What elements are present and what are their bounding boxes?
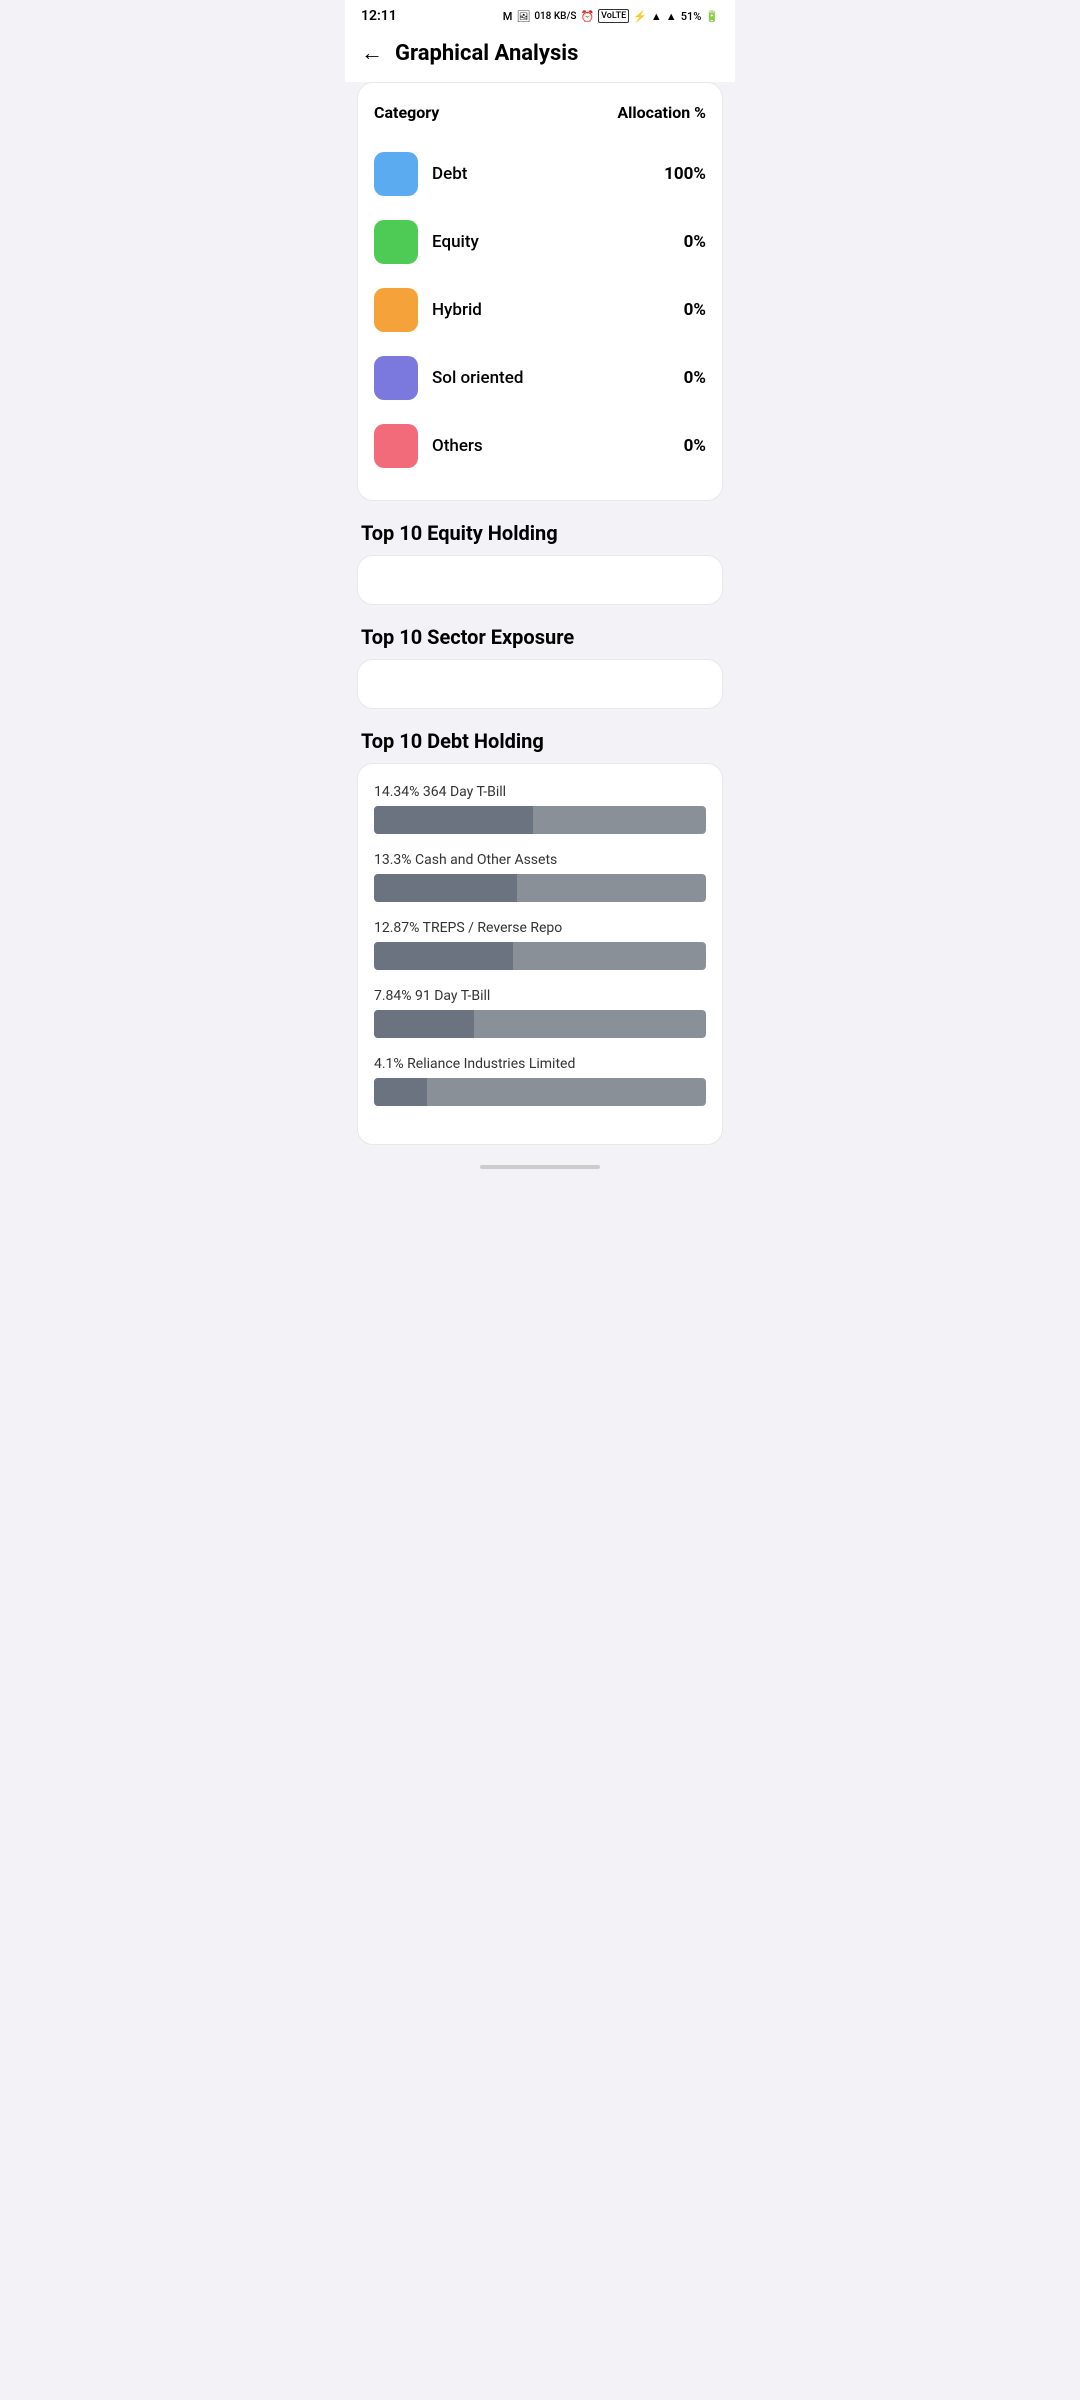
- sol-allocation: 0%: [684, 368, 706, 388]
- sector-exposure-card: [357, 659, 723, 709]
- image-icon: 🖼: [516, 10, 530, 23]
- network-speed: 018 KB/S: [534, 11, 576, 22]
- equity-section-title: Top 10 Equity Holding: [357, 521, 723, 545]
- hybrid-color-swatch: [374, 288, 418, 332]
- debt-item-1-fill: [374, 806, 533, 834]
- status-icons: M 🖼 018 KB/S ⏰ VoLTE ⚡ ▲ ▲ 51% 🔋: [503, 9, 719, 23]
- debt-item-3-bar: [374, 942, 706, 970]
- debt-item-4-fill: [374, 1010, 474, 1038]
- debt-item-5-label: 4.1% Reliance Industries Limited: [374, 1056, 706, 1072]
- debt-label: Debt: [432, 164, 467, 184]
- debt-allocation: 100%: [664, 164, 706, 184]
- back-button[interactable]: ←: [361, 40, 383, 66]
- sol-color-swatch: [374, 356, 418, 400]
- debt-item-1-label: 14.34% 364 Day T-Bill: [374, 784, 706, 800]
- main-content: Category Allocation % Debt 100% Equity 0…: [345, 82, 735, 1169]
- bluetooth-icon: ⚡: [633, 10, 647, 23]
- equity-allocation: 0%: [684, 232, 706, 252]
- others-label: Others: [432, 436, 483, 456]
- category-row-sol: Sol oriented 0%: [374, 344, 706, 412]
- alarm-icon: ⏰: [580, 10, 594, 23]
- debt-color-swatch: [374, 152, 418, 196]
- status-bar: 12:11 M 🖼 018 KB/S ⏰ VoLTE ⚡ ▲ ▲ 51% 🔋: [345, 0, 735, 28]
- debt-item-3-label: 12.87% TREPS / Reverse Repo: [374, 920, 706, 936]
- wifi-icon: ▲: [651, 10, 662, 23]
- debt-item-4-label: 7.84% 91 Day T-Bill: [374, 988, 706, 1004]
- sol-label: Sol oriented: [432, 368, 523, 388]
- category-table-header: Category Allocation %: [374, 103, 706, 122]
- hybrid-allocation: 0%: [684, 300, 706, 320]
- gmail-icon: M: [503, 10, 513, 23]
- debt-holding-card: 14.34% 364 Day T-Bill 13.3% Cash and Oth…: [357, 763, 723, 1145]
- debt-item-5: 4.1% Reliance Industries Limited: [374, 1056, 706, 1106]
- equity-label: Equity: [432, 232, 479, 252]
- debt-item-2-label: 13.3% Cash and Other Assets: [374, 852, 706, 868]
- category-column-header: Category: [374, 103, 439, 122]
- sector-section-title: Top 10 Sector Exposure: [357, 625, 723, 649]
- status-time: 12:11: [361, 8, 397, 24]
- signal-icon: ▲: [666, 10, 677, 23]
- app-header: ← Graphical Analysis: [345, 28, 735, 82]
- debt-item-5-fill: [374, 1078, 427, 1106]
- debt-item-1-bar: [374, 806, 706, 834]
- equity-holding-card: [357, 555, 723, 605]
- debt-item-3-fill: [374, 942, 513, 970]
- others-color-swatch: [374, 424, 418, 468]
- debt-item-2: 13.3% Cash and Other Assets: [374, 852, 706, 902]
- category-card: Category Allocation % Debt 100% Equity 0…: [357, 82, 723, 501]
- debt-section-title: Top 10 Debt Holding: [357, 729, 723, 753]
- debt-item-4: 7.84% 91 Day T-Bill: [374, 988, 706, 1038]
- page-title: Graphical Analysis: [395, 41, 578, 66]
- debt-item-2-fill: [374, 874, 517, 902]
- category-row-hybrid: Hybrid 0%: [374, 276, 706, 344]
- category-row-equity: Equity 0%: [374, 208, 706, 276]
- category-row-others: Others 0%: [374, 412, 706, 480]
- allocation-column-header: Allocation %: [617, 103, 706, 122]
- battery: 51%: [681, 10, 702, 23]
- category-row-debt: Debt 100%: [374, 140, 706, 208]
- debt-item-1: 14.34% 364 Day T-Bill: [374, 784, 706, 834]
- debt-item-3: 12.87% TREPS / Reverse Repo: [374, 920, 706, 970]
- scroll-indicator: [480, 1165, 600, 1169]
- hybrid-label: Hybrid: [432, 300, 482, 320]
- battery-icon: 🔋: [705, 10, 719, 23]
- debt-item-2-bar: [374, 874, 706, 902]
- others-allocation: 0%: [684, 436, 706, 456]
- debt-item-5-bar: [374, 1078, 706, 1106]
- equity-color-swatch: [374, 220, 418, 264]
- volte-icon: VoLTE: [598, 9, 629, 23]
- debt-item-4-bar: [374, 1010, 706, 1038]
